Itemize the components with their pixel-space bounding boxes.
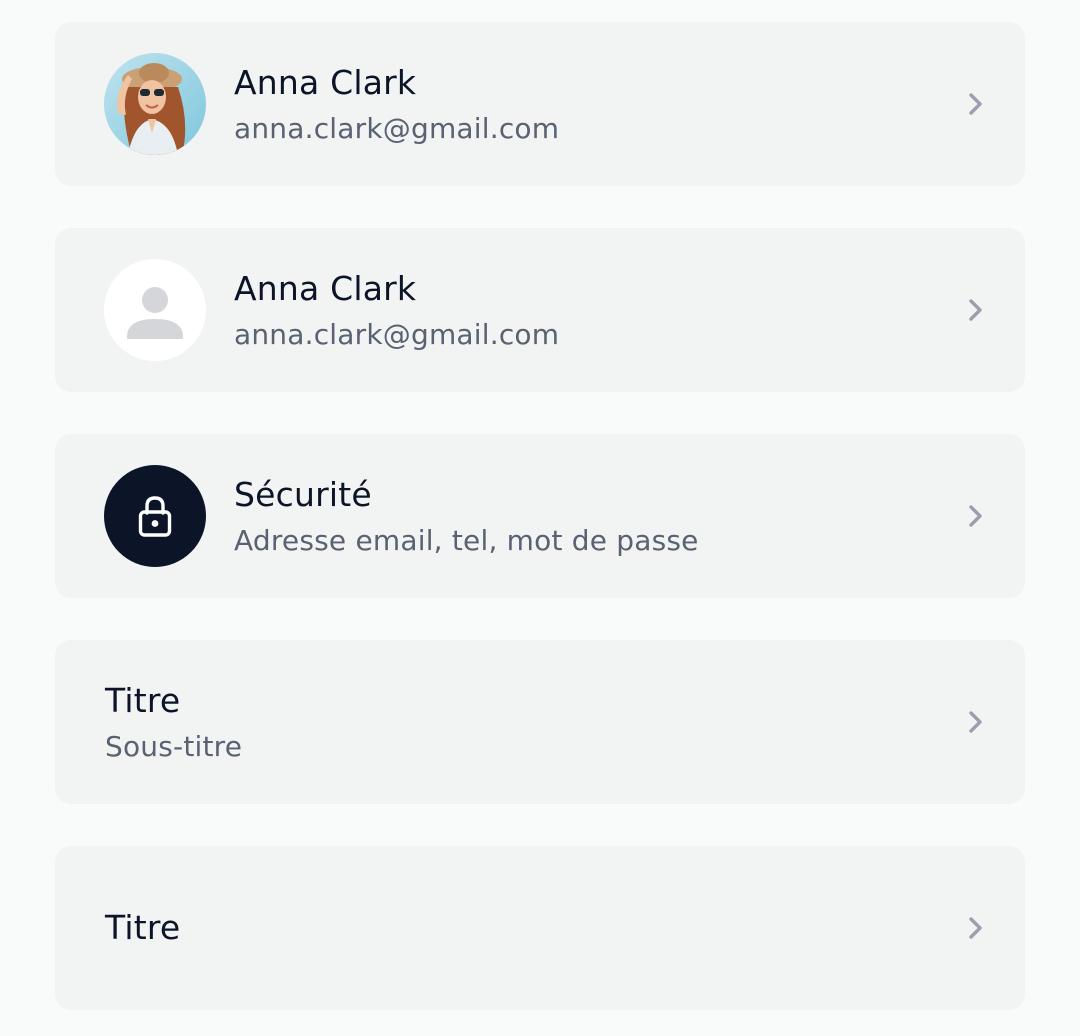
chevron-right-icon	[969, 711, 982, 733]
list-item-anna-clark-photo[interactable]: Anna Clark anna.clark@gmail.com	[55, 22, 1025, 186]
item-title: Anna Clark	[234, 62, 417, 102]
list-item-title-only[interactable]: Titre	[55, 846, 1025, 1010]
item-subtitle: anna.clark@gmail.com	[234, 111, 560, 145]
avatar-photo	[104, 53, 206, 155]
item-title: Sécurité	[234, 474, 372, 514]
chevron-right-icon	[969, 93, 982, 115]
item-title: Titre	[105, 680, 181, 720]
list-item-title-subtitle[interactable]: Titre Sous-titre	[55, 640, 1025, 804]
person-placeholder-icon	[127, 287, 183, 339]
list-item-anna-clark-placeholder[interactable]: Anna Clark anna.clark@gmail.com	[55, 228, 1025, 392]
item-text: Anna Clark anna.clark@gmail.com	[234, 228, 559, 392]
settings-list: Anna Clark anna.clark@gmail.com Anna Cla…	[0, 0, 1080, 1036]
chevron-right-icon	[969, 505, 982, 527]
item-title: Titre	[105, 908, 181, 947]
item-subtitle: Adresse email, tel, mot de passe	[234, 523, 699, 557]
avatar-lock	[104, 465, 206, 567]
avatar-placeholder	[104, 259, 206, 361]
item-text: Titre Sous-titre	[105, 640, 242, 804]
item-subtitle: anna.clark@gmail.com	[234, 317, 560, 351]
item-text: Anna Clark anna.clark@gmail.com	[234, 22, 559, 186]
lock-icon	[138, 496, 172, 537]
list-item-security[interactable]: Sécurité Adresse email, tel, mot de pass…	[55, 434, 1025, 598]
chevron-right-icon	[969, 299, 982, 321]
item-text: Sécurité Adresse email, tel, mot de pass…	[234, 434, 699, 598]
item-text: Titre	[105, 846, 180, 1010]
item-title: Anna Clark	[234, 268, 417, 308]
item-subtitle: Sous-titre	[105, 729, 243, 763]
chevron-right-icon	[969, 917, 982, 939]
